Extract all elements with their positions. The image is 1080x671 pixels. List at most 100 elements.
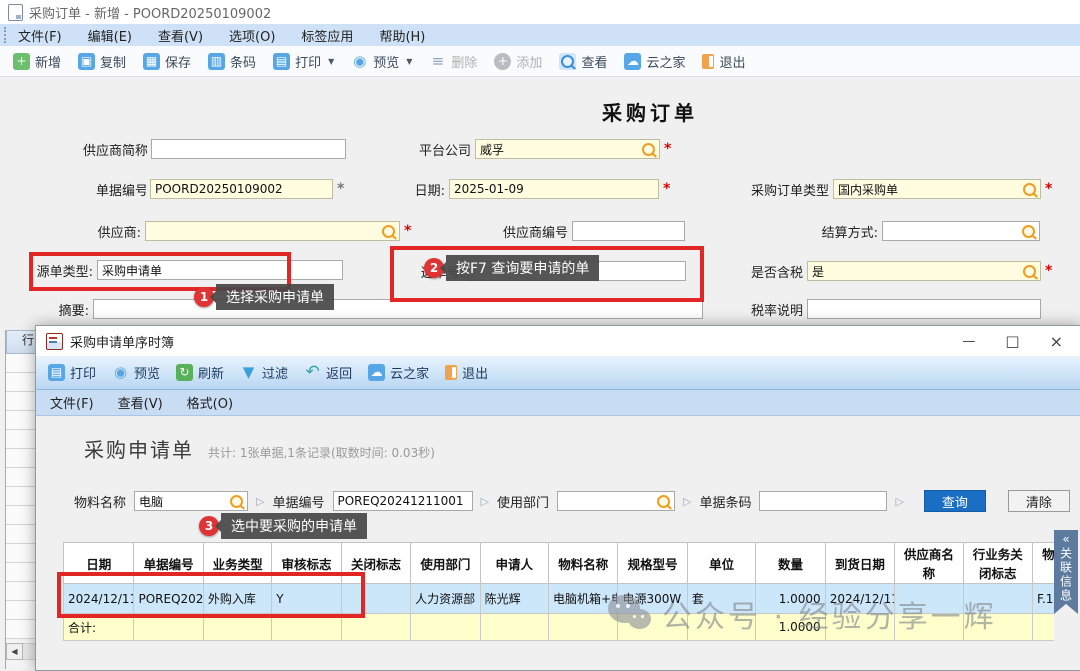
tax-included-input[interactable]: 是 [807,261,1041,281]
query-button[interactable]: 查询 [924,490,986,512]
menu-format[interactable]: 格式(O) [187,393,233,412]
col-spec[interactable]: 规格型号 [618,543,687,584]
print-button[interactable]: ▤打印 [48,363,96,382]
exit-icon [445,365,457,380]
maximize-icon[interactable]: □ [1005,332,1019,350]
col-delivery-date[interactable]: 到货日期 [825,543,894,584]
menu-label-app[interactable]: 标签应用 [301,26,353,45]
required-marker: * [337,181,344,197]
highlight-box-table-row [57,572,365,618]
field-settlement: 结算方式: [816,220,1040,242]
col-applicant[interactable]: 申请人 [480,543,548,584]
field-order-type: 采购订单类型 国内采购单 * [743,178,1052,200]
caret-down-icon[interactable]: ▼ [328,57,334,66]
filter-label: 单据编号 [272,492,324,511]
lookup-icon[interactable] [1023,183,1036,196]
expand-arrow-icon[interactable]: ▷ [895,495,903,508]
menu-edit[interactable]: 编辑(E) [88,26,132,45]
save-button[interactable]: ▦保存 [138,50,196,73]
refresh-button[interactable]: ↻刷新 [176,363,224,382]
popup-title: 采购申请单序时簿 [70,332,174,351]
menu-view[interactable]: 查看(V) [158,26,203,45]
order-type-input[interactable]: 国内采购单 [833,179,1041,199]
delete-button[interactable]: ≡删除 [424,50,482,73]
lookup-icon[interactable] [657,495,670,508]
clear-button[interactable]: 清除 [1008,490,1070,512]
menu-file[interactable]: 文件(F) [50,393,94,412]
barcode-button[interactable]: ▥条码 [203,50,261,73]
supplier-no-input[interactable] [572,221,685,241]
col-unit[interactable]: 单位 [687,543,755,584]
col-line-close-flag[interactable]: 行业务关闭标志 [963,543,1032,584]
grid-empty-row [6,354,37,373]
filter-icon: ▼ [240,364,257,381]
cloudhub-button[interactable]: ☁云之家 [368,363,429,382]
view-button[interactable]: 查看 [554,50,612,73]
material-name-filter-input[interactable]: 电脑 [134,491,248,511]
save-icon: ▦ [143,53,160,70]
required-marker: * [664,141,671,157]
lookup-icon[interactable] [230,495,243,508]
filter-button[interactable]: ▼过滤 [240,363,288,382]
ledger-icon [46,333,63,350]
col-material-name[interactable]: 物料名称 [549,543,618,584]
minimize-icon[interactable]: — [962,334,975,349]
related-info-label: 关联信息 [1058,547,1075,603]
lookup-icon[interactable] [642,143,655,156]
field-label: 供应商编号 [498,222,568,241]
record-summary: 共计: 1张单据,1条记录(取数时间: 0.03秒) [208,444,435,461]
preview-icon: ◉ [112,364,129,381]
exit-button[interactable]: 退出 [697,50,750,73]
field-label: 平台公司 [411,140,471,159]
filter-label: 使用部门 [497,492,549,511]
scroll-left-icon[interactable]: ◀ [6,643,23,660]
caret-down-icon[interactable]: ▼ [406,57,412,66]
tax-note-input[interactable] [807,299,1041,319]
back-button[interactable]: ↶返回 [304,363,352,382]
expand-arrow-icon[interactable]: ▷ [481,495,489,508]
date-input[interactable]: 2025-01-09 [449,179,659,199]
barcode-filter-input[interactable] [759,491,887,511]
horizontal-scrollbar[interactable]: ◀ [6,643,37,660]
supplier-short-input[interactable] [151,139,346,159]
field-supplier-no: 供应商编号 [498,220,685,242]
col-department[interactable]: 使用部门 [411,543,480,584]
new-button[interactable]: +新增 [8,50,66,73]
lookup-icon[interactable] [382,225,395,238]
expand-arrow-icon[interactable]: ▷ [683,495,691,508]
settlement-input[interactable] [882,221,1040,241]
window-controls: — □ × [962,326,1063,356]
lookup-icon[interactable] [1022,225,1035,238]
back-icon: ↶ [304,364,321,381]
supplier-input[interactable] [145,221,400,241]
platform-company-input[interactable]: 威孚 [475,139,660,159]
exit-button[interactable]: 退出 [445,363,488,382]
department-filter-input[interactable] [557,491,675,511]
doc-no-filter-input[interactable]: POREQ20241211001 [333,491,473,511]
field-label: 税率说明 [743,300,803,319]
copy-button[interactable]: ▣复制 [73,50,131,73]
append-button[interactable]: +添加 [489,50,547,73]
preview-button[interactable]: ◉预览 [112,363,160,382]
menu-options[interactable]: 选项(O) [229,26,275,45]
menu-help[interactable]: 帮助(H) [379,26,425,45]
cloud-icon: ☁ [624,53,641,70]
callout-text: 选择采购申请单 [216,284,334,310]
menu-view[interactable]: 查看(V) [118,393,163,412]
expand-arrow-icon[interactable]: ▷ [256,495,264,508]
col-qty[interactable]: 数量 [756,543,825,584]
col-material-code[interactable]: 物料长代码 [1032,543,1054,584]
lookup-icon[interactable] [1023,265,1036,278]
close-icon[interactable]: × [1050,332,1063,351]
summary-input[interactable] [93,299,703,319]
related-info-tab[interactable]: « 关联信息 [1054,530,1078,614]
menu-file[interactable]: 文件(F) [18,26,62,45]
preview-button[interactable]: ◉预览▼ [346,50,417,73]
refresh-icon: ↻ [176,364,193,381]
detail-grid-strip: 行 ◀ [5,330,37,669]
cloudhub-button[interactable]: ☁云之家 [619,50,690,73]
col-supplier-name[interactable]: 供应商名称 [895,543,963,584]
doc-no-input[interactable]: POORD20250109002 [150,179,333,199]
print-button[interactable]: ▤打印▼ [268,50,339,73]
totals-qty: 1.0000 [756,614,825,641]
